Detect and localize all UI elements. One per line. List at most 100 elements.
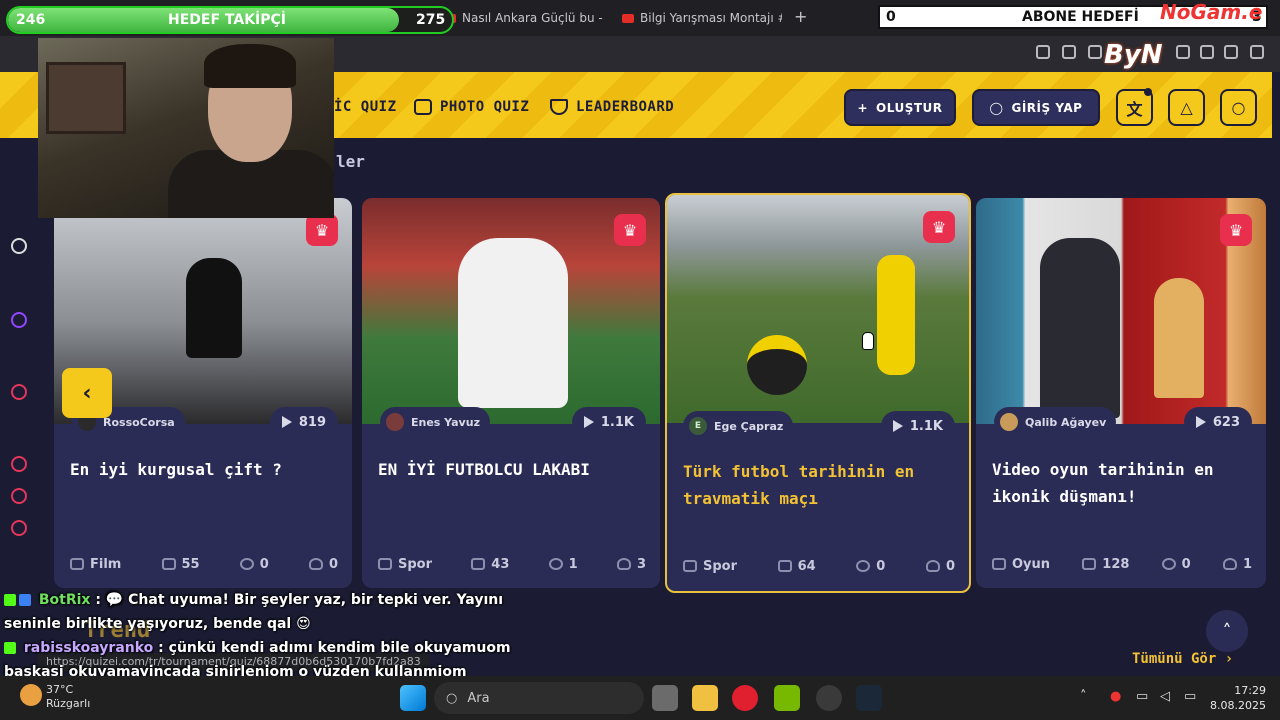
author-name: Ege Çapraz [714, 419, 784, 433]
gallery-icon [777, 560, 792, 572]
network-icon[interactable]: ▭ [1136, 689, 1148, 704]
follower-goal-label: HEDEF TAKİPÇİ [168, 12, 287, 28]
nav-photo-quiz[interactable]: PHOTO QUIZ [414, 99, 529, 115]
card-title[interactable]: Video oyun tarihinin en ikonik düşmanı! [992, 456, 1252, 510]
opera-gx-icon[interactable] [732, 685, 758, 711]
puzzle-icon[interactable] [11, 488, 27, 504]
question-count-value: 55 [181, 556, 200, 572]
category[interactable]: Spor [378, 557, 432, 572]
author-name: Enes Yavuz [411, 415, 480, 429]
streamer-hair [204, 44, 296, 88]
comment-count-value: 0 [1181, 556, 1191, 572]
task-view-icon[interactable] [652, 685, 678, 711]
category[interactable]: Oyun [992, 557, 1050, 572]
play-icon [583, 416, 594, 428]
music-icon[interactable] [11, 384, 27, 400]
search-button[interactable]: ○ [1220, 89, 1257, 126]
comment-count[interactable]: 1 [548, 556, 578, 572]
shapes-icon [683, 560, 697, 572]
author-pill[interactable]: E Ege Çapraz [683, 411, 794, 441]
weather-icon [20, 684, 42, 706]
like-count[interactable]: 1 [1222, 556, 1252, 572]
nav-label: PHOTO QUIZ [440, 99, 530, 115]
pin-icon[interactable] [1036, 45, 1050, 59]
comment-count-value: 1 [568, 556, 578, 572]
author-pill[interactable]: Enes Yavuz [380, 407, 490, 437]
chat-username: BotRix [38, 592, 91, 608]
gallery-icon [1082, 558, 1097, 570]
menu-icon[interactable] [1250, 45, 1264, 59]
shield-icon[interactable] [1088, 45, 1102, 59]
comment-count[interactable]: 0 [239, 557, 269, 572]
category-label: Film [90, 556, 122, 572]
tray-chevron-icon[interactable]: ˄ [1080, 689, 1087, 704]
heart-icon [616, 558, 631, 570]
like-count[interactable]: 3 [616, 557, 646, 572]
screenshot-icon[interactable] [1062, 45, 1076, 59]
download-icon[interactable] [1224, 45, 1238, 59]
gear-icon[interactable] [11, 520, 27, 536]
kick-icon [4, 594, 16, 606]
user-icon: ◯ [989, 100, 1004, 115]
like-count-value: 1 [1242, 556, 1252, 572]
author-pill[interactable]: Qalib Ağayev [994, 407, 1117, 437]
card-footer: Oyun 128 0 1 [992, 554, 1252, 574]
battery-icon[interactable]: ▭ [1184, 689, 1196, 704]
see-all-link[interactable]: Tümünü Gör › [1132, 651, 1233, 667]
create-button[interactable]: + OLUŞTUR [844, 89, 956, 126]
tab-label: Nasıl Ankara Güçlü bu - Y [462, 11, 604, 25]
crown-icon: ♛ [1220, 214, 1252, 246]
clock-icon[interactable] [11, 456, 27, 472]
quiz-card[interactable]: ♛ Qalib Ağayev 623 Video oyun tarihinin … [976, 198, 1266, 588]
card-title[interactable]: Türk futbol tarihinin en travmatik maçı [683, 458, 955, 512]
windows-start-icon[interactable] [400, 685, 426, 711]
scroll-top-button[interactable]: ˄ [1206, 610, 1248, 652]
kick-icon[interactable] [11, 238, 27, 254]
comment-count[interactable]: 0 [1161, 556, 1191, 572]
microphone-icon[interactable]: ● [1110, 689, 1121, 704]
category[interactable]: Film [70, 557, 121, 572]
twitch-icon[interactable] [11, 312, 27, 328]
nvidia-icon[interactable] [774, 685, 800, 711]
quiz-card-active[interactable]: ♛ E Ege Çapraz 1.1K Türk futbol tarihinin… [665, 193, 971, 593]
nav-leaderboard[interactable]: LEADERBOARD [550, 99, 674, 115]
login-button[interactable]: ◯ GİRİŞ YAP [972, 89, 1100, 126]
plays-pill: 1.1K [571, 407, 646, 437]
language-badge [1144, 88, 1152, 96]
comment-count[interactable]: 0 [856, 559, 885, 574]
kick-icon [4, 642, 16, 654]
taskbar-clock[interactable]: 17:29 8.08.2025 [1210, 683, 1266, 713]
tab-label: Bilgi Yarışması Montajı #1 [640, 11, 782, 25]
question-count: 43 [471, 557, 509, 572]
like-count[interactable]: 0 [925, 559, 955, 574]
taskbar-search[interactable]: ○ Ara [434, 682, 644, 714]
weather-widget[interactable]: 37°C Rüzgarlı [46, 683, 90, 711]
browser-tab[interactable]: Bilgi Yarışması Montajı #1 [622, 9, 782, 27]
category-label: Spor [398, 556, 433, 572]
browser-tab[interactable]: Nasıl Ankara Güçlü bu - Y [444, 9, 604, 27]
volume-icon[interactable]: ◁ [1160, 689, 1170, 704]
quiz-card[interactable]: ♛ Enes Yavuz 1.1K EN İYİ FUTBOLCU LAKABI… [362, 198, 660, 588]
card-title[interactable]: En iyi kurgusal çift ? [70, 456, 338, 483]
bell-icon: △ [1180, 98, 1193, 117]
new-tab-button[interactable]: + [794, 7, 807, 26]
plays-pill: 1.1K [880, 411, 955, 441]
screen: etk Nasıl Ankara Güçlü bu - Y Bilgi Yarı… [0, 0, 1280, 720]
steam-icon[interactable] [856, 685, 882, 711]
card-title[interactable]: EN İYİ FUTBOLCU LAKABI [378, 456, 646, 483]
carousel-prev-button[interactable]: ‹ [62, 368, 112, 418]
question-count-value: 128 [1102, 556, 1130, 572]
file-explorer-icon[interactable] [692, 685, 718, 711]
wallet-icon[interactable] [1176, 45, 1190, 59]
notifications-button[interactable]: △ [1168, 89, 1205, 126]
weather-temp: 37°C [46, 683, 74, 696]
nav-music-quiz[interactable]: İC QUIZ [334, 99, 397, 115]
category[interactable]: Spor [683, 559, 737, 574]
shapes-icon [378, 558, 392, 570]
shapes-icon [70, 558, 84, 570]
search-placeholder: Ara [467, 690, 490, 706]
profile-icon[interactable] [1200, 45, 1214, 59]
app-icon[interactable] [816, 685, 842, 711]
villain-figure [1040, 238, 1120, 418]
like-count[interactable]: 0 [308, 557, 338, 572]
